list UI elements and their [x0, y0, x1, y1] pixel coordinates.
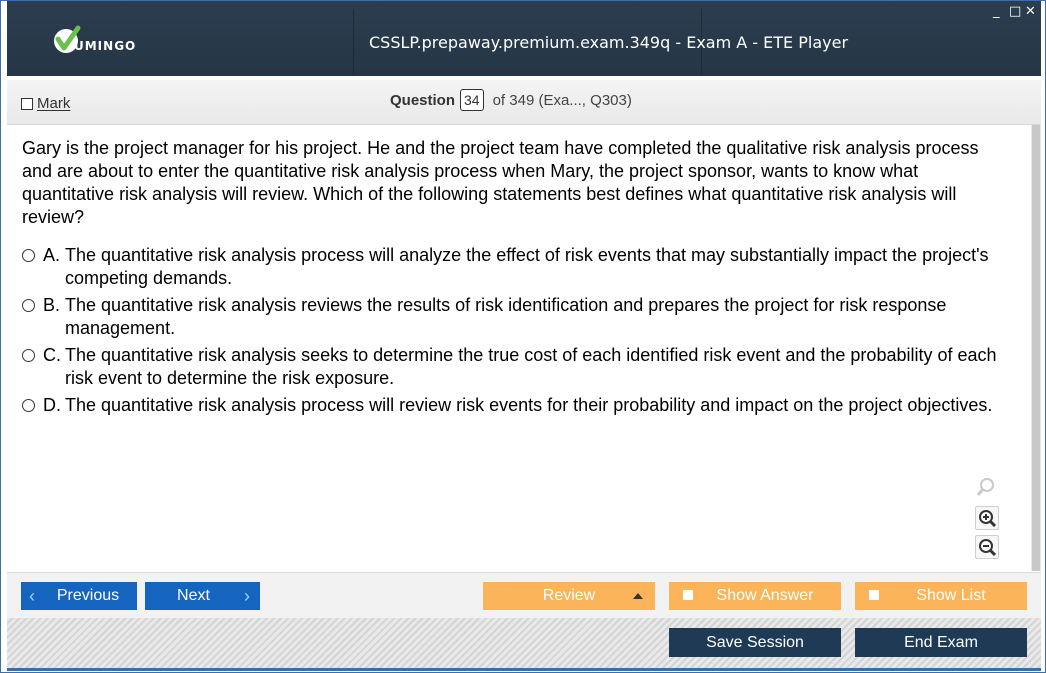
option-text: The quantitative risk analysis process w…: [65, 245, 989, 288]
question-total: of 349 (Exa..., Q303): [492, 91, 632, 109]
previous-label: Previous: [56, 587, 120, 604]
show-answer-toggle[interactable]: Show Answer: [669, 582, 841, 610]
chevron-left-icon: ‹: [29, 585, 35, 606]
title-separator: [353, 9, 354, 75]
radio-icon[interactable]: [22, 299, 35, 312]
search-icon[interactable]: [975, 476, 997, 498]
session-bar: Save Session End Exam: [7, 618, 1041, 668]
zoom-out-icon[interactable]: [975, 535, 999, 559]
navigation-bar: ‹ Previous Next › Review Show Answer Sho…: [7, 572, 1041, 619]
next-label: Next: [177, 587, 210, 604]
question-panel: Gary is the project manager for his proj…: [7, 125, 1031, 571]
option-letter: C.: [43, 345, 61, 365]
option-c[interactable]: C. The quantitative risk analysis seeks …: [22, 344, 1012, 390]
answer-options: A. The quantitative risk analysis proces…: [22, 244, 1012, 421]
question-counter: Question 34 of 349 (Exa..., Q303): [390, 89, 632, 111]
radio-icon[interactable]: [22, 249, 35, 262]
title-bar: UMINGO CSSLP.prepaway.premium.exam.349q …: [7, 1, 1041, 76]
save-session-label: Save Session: [706, 633, 804, 651]
app-window: UMINGO CSSLP.prepaway.premium.exam.349q …: [0, 0, 1046, 673]
show-answer-label: Show Answer: [716, 587, 814, 604]
logo-text: UMINGO: [74, 39, 137, 53]
mark-checkbox[interactable]: Mark: [21, 95, 70, 112]
mark-label: Mark: [37, 95, 71, 112]
checkbox-icon[interactable]: [869, 590, 879, 600]
caret-up-icon: [633, 593, 643, 599]
window-title: CSSLP.prepaway.premium.exam.349q - Exam …: [369, 33, 849, 52]
chevron-right-icon: ›: [244, 585, 250, 606]
question-label: Question: [390, 91, 456, 109]
maximize-button[interactable]: □: [1009, 5, 1021, 18]
checkbox-icon[interactable]: [21, 97, 33, 110]
option-text: The quantitative risk analysis seeks to …: [65, 345, 997, 388]
next-button[interactable]: Next ›: [145, 582, 260, 610]
previous-button[interactable]: ‹ Previous: [21, 582, 137, 610]
scrollbar-thumb[interactable]: [1032, 125, 1040, 571]
option-d[interactable]: D. The quantitative risk analysis proces…: [22, 394, 1012, 417]
option-letter: D.: [43, 395, 61, 415]
radio-icon[interactable]: [22, 349, 35, 362]
option-text: The quantitative risk analysis reviews t…: [65, 295, 947, 338]
show-list-label: Show List: [916, 587, 986, 604]
radio-icon[interactable]: [22, 399, 35, 412]
option-a[interactable]: A. The quantitative risk analysis proces…: [22, 244, 1012, 290]
end-exam-button[interactable]: End Exam: [855, 628, 1027, 657]
checkbox-icon[interactable]: [683, 590, 693, 600]
option-text: The quantitative risk analysis process w…: [65, 395, 993, 415]
save-session-button[interactable]: Save Session: [669, 628, 841, 657]
close-button[interactable]: ✕: [1025, 5, 1036, 18]
option-b[interactable]: B. The quantitative risk analysis review…: [22, 294, 1012, 340]
bottom-border: [7, 668, 1041, 671]
option-letter: A.: [43, 245, 61, 265]
end-exam-label: End Exam: [904, 633, 978, 651]
question-number-input[interactable]: 34: [460, 89, 484, 111]
minimize-button[interactable]: _: [993, 5, 1000, 18]
question-text: Gary is the project manager for his proj…: [22, 138, 979, 227]
review-button[interactable]: Review: [483, 582, 655, 610]
show-list-toggle[interactable]: Show List: [855, 582, 1027, 610]
zoom-in-icon[interactable]: [975, 506, 999, 530]
review-label: Review: [542, 587, 596, 604]
question-header: Mark Question 34 of 349 (Exa..., Q303): [7, 80, 1041, 125]
option-letter: B.: [43, 295, 61, 315]
